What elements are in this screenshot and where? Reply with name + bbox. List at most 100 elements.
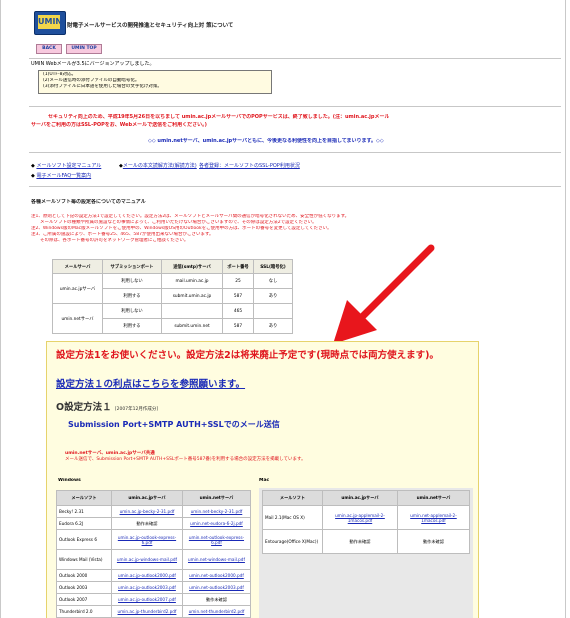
manual-pdf-link[interactable]: umin.ac.jp-outlook2003.pdf bbox=[111, 581, 183, 594]
bullet-row: ◆ 電子メールFAQ一覧案内 bbox=[31, 173, 92, 179]
not-verified: 動作未確認 bbox=[181, 593, 252, 606]
soft-cell: Outlook 2003 bbox=[56, 581, 112, 594]
table-row: umin.netサーバ 利用しない 465 bbox=[52, 303, 293, 334]
table-row: Eudora 6.2J 動作未確認 umin.net-eudora-6-2j.pdf bbox=[56, 517, 252, 530]
cell bbox=[253, 303, 293, 319]
cell: 587 bbox=[222, 288, 254, 304]
section-title: 各種メールソフト毎の設定各についてのマニュアル bbox=[31, 199, 146, 205]
soft-cell: Outlook Express 6 bbox=[56, 529, 112, 550]
center-announcement: ◇◇ umin.netサーバ、umin.ac.jpサーバともに、今後更なる利便性… bbox=[148, 138, 384, 144]
windows-label: Windows bbox=[58, 478, 81, 483]
umin-top-button[interactable]: UMIN TOP bbox=[66, 44, 102, 54]
cell: あり bbox=[253, 318, 293, 334]
divider bbox=[29, 58, 561, 59]
soft-cell: Thunderbird 2.0 bbox=[56, 605, 112, 618]
table-row: Outlook 2000 umin.ac.jp-outlook2000.pdf um… bbox=[56, 569, 252, 582]
bullet-row: ◆ メールソフト設定マニュアル bbox=[31, 163, 102, 169]
col-header: 送信(smtp)サーバ bbox=[161, 259, 223, 274]
soft-cell: Becky! 2.31 bbox=[56, 505, 112, 518]
cell: 465 bbox=[222, 303, 254, 319]
mac-manual-table: メールソフト umin.ac.jpサーバ umin.netサーバ Mail 2.… bbox=[262, 490, 471, 554]
table-row: Entourage(Office X(Mac)) 動作未確認 動作未確認 bbox=[262, 529, 471, 554]
divider bbox=[29, 186, 561, 187]
table-row: Outlook Express 6 umin.ac.jp-outlook-expr… bbox=[56, 529, 252, 550]
method1-subtitle: Submission Port+SMTP AUTH+SSLでのメール送信 bbox=[68, 420, 280, 429]
bullet-row: 各者登録：メールソフトのSSL-POP利用状況 bbox=[199, 163, 300, 170]
cell: なし bbox=[253, 273, 293, 289]
table-row: Outlook 2007 umin.ac.jp-outlook2007.pdf 動作… bbox=[56, 593, 252, 606]
table-row: Mail 2.1(Mac OS X) umin.ac.jp-applemail-2… bbox=[262, 505, 471, 530]
red-arrow-icon bbox=[333, 244, 435, 344]
back-button[interactable]: BACK bbox=[36, 44, 62, 54]
umin-logo[interactable]: UMIN bbox=[34, 11, 66, 35]
cell bbox=[161, 303, 223, 319]
not-verified: 動作未確認 bbox=[322, 529, 398, 554]
version-item: (3)添付ファイルに日本語を使用した場合の文字化け対策。 bbox=[43, 84, 162, 89]
not-verified: 動作未確認 bbox=[111, 517, 183, 530]
cell: submit.umin.net bbox=[161, 318, 223, 334]
divider bbox=[29, 106, 561, 107]
cell: 587 bbox=[222, 318, 254, 334]
manual-pdf-link[interactable]: umin.ac.jp-windows-mail.pdf bbox=[111, 549, 183, 570]
page-title: 財電子メールサービスの開発推進とセキュリティ向上対 策について bbox=[67, 23, 234, 29]
cell: 利用する bbox=[102, 318, 162, 334]
windows-manual-table: メールソフト umin.ac.jpサーバ umin.netサーバ Becky! … bbox=[56, 490, 252, 618]
manual-pdf-link[interactable]: umin.ac.jp-becky-2-31.pdf bbox=[111, 505, 183, 518]
not-verified: 動作未確認 bbox=[396, 529, 471, 554]
soft-cell: Eudora 6.2J bbox=[56, 517, 112, 530]
cell: mail.umin.ac.jp bbox=[161, 273, 223, 289]
manual-pdf-link[interactable]: umin.net-outlook2000.pdf bbox=[181, 569, 252, 582]
method1-date: [2007年12月作成分] bbox=[114, 407, 159, 412]
soft-cell: Outlook 2007 bbox=[56, 593, 112, 606]
col-header: サブミッションポート bbox=[102, 259, 162, 274]
table-row: Thunderbird 2.0 umin.ac.jp-thunderbird2.p… bbox=[56, 605, 252, 618]
page-frame: UMIN 財電子メールサービスの開発推進とセキュリティ向上対 策について BAC… bbox=[0, 0, 566, 618]
col-header: umin.ac.jpサーバ bbox=[111, 490, 183, 506]
cell: 利用しない bbox=[102, 273, 162, 289]
manual-pdf-link[interactable]: umin.net-outlook2003.pdf bbox=[181, 581, 252, 594]
manual-pdf-link[interactable]: umin.net-thunderbird2.pdf bbox=[181, 605, 252, 618]
soft-cell: Mail 2.1(Mac OS X) bbox=[262, 505, 323, 530]
server-compare-table: メールサーバ サブミッションポート 送信(smtp)サーバ ポート番号 SSL(… bbox=[52, 259, 293, 334]
decode-link[interactable]: メールの本文読解方法(解読方法) bbox=[123, 163, 197, 169]
cell: 利用しない bbox=[102, 303, 162, 319]
ssl-pop-link[interactable]: 各者登録：メールソフトのSSL-POP利用状況 bbox=[199, 163, 300, 169]
manual-pdf-link[interactable]: umin.ac.jp-outlook2007.pdf bbox=[111, 593, 183, 606]
manual-pdf-link[interactable]: umin.ac.jp-applemail-2-1macos.pdf bbox=[322, 505, 398, 530]
col-header: umin.ac.jpサーバ bbox=[322, 490, 398, 506]
section-note: その際は、各ポート番号の許可をネットワーク管理者にご相談ください。 bbox=[31, 238, 189, 243]
divider bbox=[29, 152, 561, 153]
version-line: UMIN Webメールが3.5にバージョンアップしました。 bbox=[31, 61, 155, 67]
method1-title: O設定方法１ bbox=[56, 402, 112, 413]
manual-pdf-link[interactable]: umin.net-becky-2-31.pdf bbox=[181, 505, 252, 518]
manual-pdf-link[interactable]: umin.ac.jp-outlook2000.pdf bbox=[111, 569, 183, 582]
soft-cell: Outlook 2000 bbox=[56, 569, 112, 582]
bullet-row: ◆メールの本文読解方法(解読方法) bbox=[119, 163, 197, 169]
col-header: メールソフト bbox=[262, 490, 323, 506]
deprecation-warning: 設定方法1をお使いください。設定方法2は将来廃止予定です(現時点では両方使えます… bbox=[56, 350, 439, 361]
manual-pdf-link[interactable]: umin.ac.jp-thunderbird2.pdf bbox=[111, 605, 183, 618]
manual-pdf-link[interactable]: umin.net-applemail-2-1macos.pdf bbox=[396, 505, 471, 530]
col-header: umin.netサーバ bbox=[396, 490, 471, 506]
manual-pdf-link[interactable]: umin.net-outlook-express-6.pdf bbox=[181, 529, 252, 550]
manual-pdf-link[interactable]: umin.net-windows-mail.pdf bbox=[181, 549, 252, 570]
faq-link[interactable]: 電子メールFAQ一覧案内 bbox=[36, 173, 91, 179]
col-header: umin.netサーバ bbox=[181, 490, 252, 506]
manual-pdf-link[interactable]: umin.ac.jp-outlook-express-6.pdf bbox=[111, 529, 183, 550]
server-cell: umin.ac.jpサーバ bbox=[52, 273, 103, 304]
soft-cell: Windows Mail (Vista) bbox=[56, 549, 112, 570]
col-header: メールソフト bbox=[56, 490, 112, 506]
cell: 利用する bbox=[102, 288, 162, 304]
security-notice: セキュリティ向上のため、平成19年5月26日を以ちまして umin.ac.jpメ… bbox=[48, 114, 390, 120]
manual-pdf-link[interactable]: umin.net-eudora-6-2j.pdf bbox=[181, 517, 252, 530]
cell: 25 bbox=[222, 273, 254, 289]
manual-link[interactable]: メールソフト設定マニュアル bbox=[36, 163, 101, 169]
table-row: umin.ac.jpサーバ 利用しない mail.umin.ac.jp 25 な… bbox=[52, 273, 293, 304]
col-header: メールサーバ bbox=[52, 259, 103, 274]
table-row: Windows Mail (Vista) umin.ac.jp-windows-m… bbox=[56, 549, 252, 570]
method1-heading: O設定方法１ [2007年12月作成分] bbox=[56, 399, 158, 413]
method1-benefits-link[interactable]: 設定方法１の利点はこちらを参照願います。 bbox=[56, 376, 245, 390]
col-header: SSL(暗号化) bbox=[253, 259, 293, 274]
cell: submit.umin.ac.jp bbox=[161, 288, 223, 304]
method1-note: メール送信で、Submission Port+SMTP AUTH+SSLポート番… bbox=[65, 457, 306, 462]
